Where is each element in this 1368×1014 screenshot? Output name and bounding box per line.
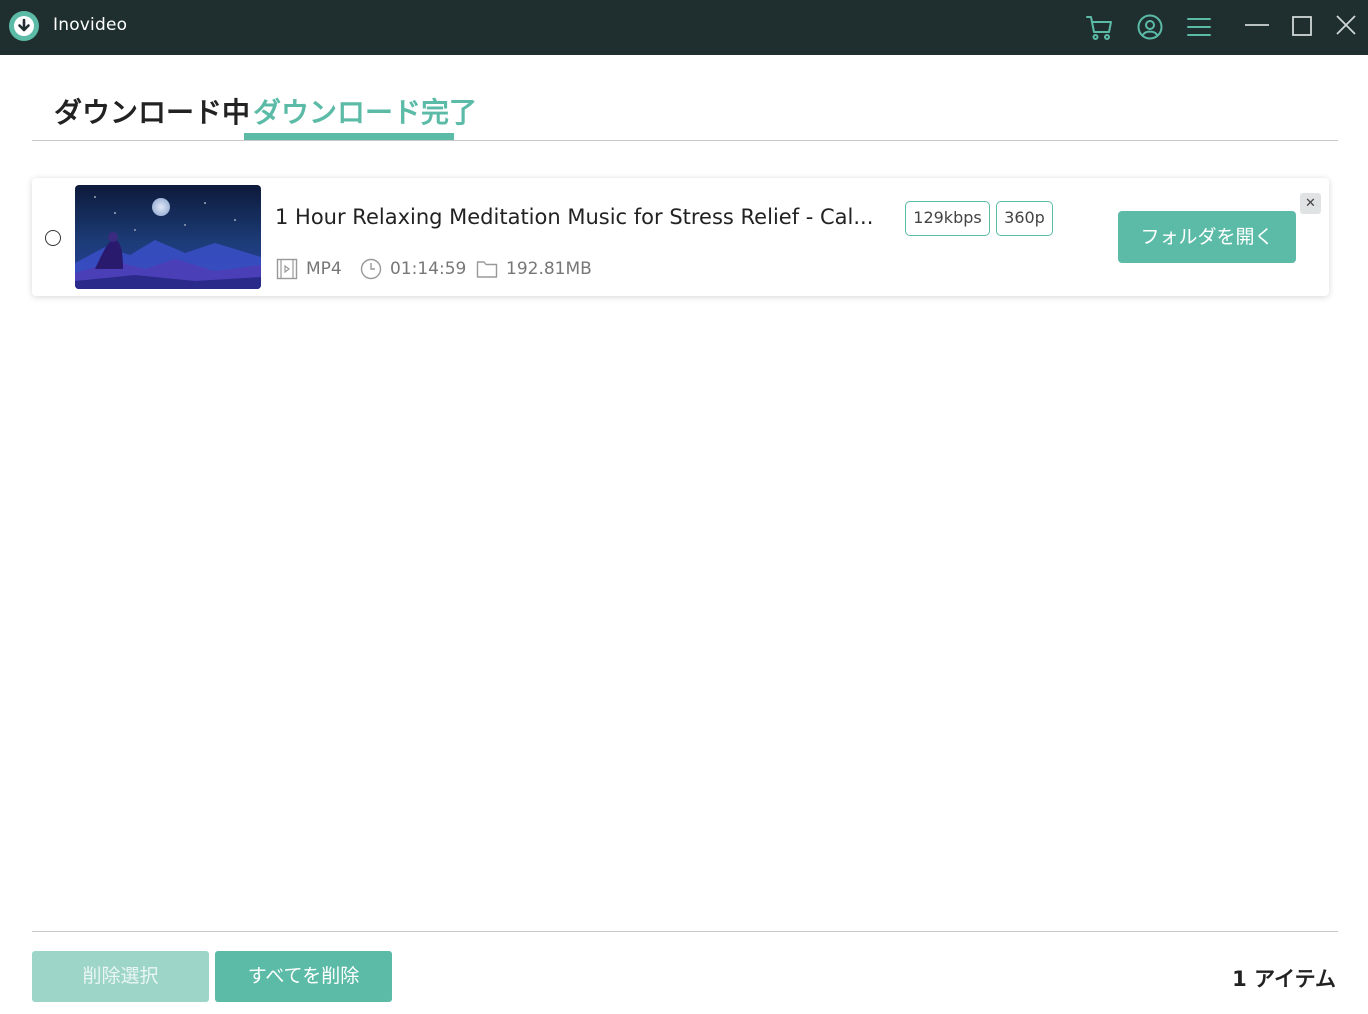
active-tab-indicator xyxy=(244,133,454,140)
app-title: Inovideo xyxy=(53,15,128,35)
video-file-icon xyxy=(276,258,298,280)
download-tabs: ダウンロード中 ダウンロード完了 xyxy=(32,80,1338,141)
video-thumbnail xyxy=(75,185,261,289)
item-count: 1 アイテム xyxy=(1232,967,1336,991)
bitrate-badge: 129kbps xyxy=(905,201,990,236)
video-title: 1 Hour Relaxing Meditation Music for Str… xyxy=(275,205,874,229)
maximize-icon[interactable] xyxy=(1287,12,1317,42)
item-select-radio[interactable] xyxy=(45,230,61,246)
folder-icon xyxy=(476,258,498,280)
video-format: MP4 xyxy=(306,259,342,279)
download-item: 1 Hour Relaxing Meditation Music for Str… xyxy=(32,178,1329,296)
file-size: 192.81MB xyxy=(506,259,592,279)
cart-icon[interactable] xyxy=(1084,12,1114,42)
close-icon[interactable] xyxy=(1331,12,1361,42)
clock-icon xyxy=(360,258,382,280)
download-logo-icon xyxy=(9,11,39,41)
title-bar: Inovideo xyxy=(0,0,1368,55)
minimize-icon[interactable] xyxy=(1242,12,1272,42)
remove-item-button[interactable]: ✕ xyxy=(1300,193,1321,214)
menu-icon[interactable] xyxy=(1184,12,1214,42)
footer-divider xyxy=(32,931,1338,932)
tab-download-complete[interactable]: ダウンロード完了 xyxy=(253,91,477,131)
delete-all-button[interactable]: すべてを削除 xyxy=(215,951,392,1002)
open-folder-button[interactable]: フォルダを開く xyxy=(1118,211,1296,263)
resolution-badge: 360p xyxy=(996,201,1053,236)
delete-selected-button[interactable]: 削除選択 xyxy=(32,951,209,1002)
video-duration: 01:14:59 xyxy=(390,259,467,279)
account-icon[interactable] xyxy=(1135,12,1165,42)
tab-downloading[interactable]: ダウンロード中 xyxy=(54,91,250,131)
